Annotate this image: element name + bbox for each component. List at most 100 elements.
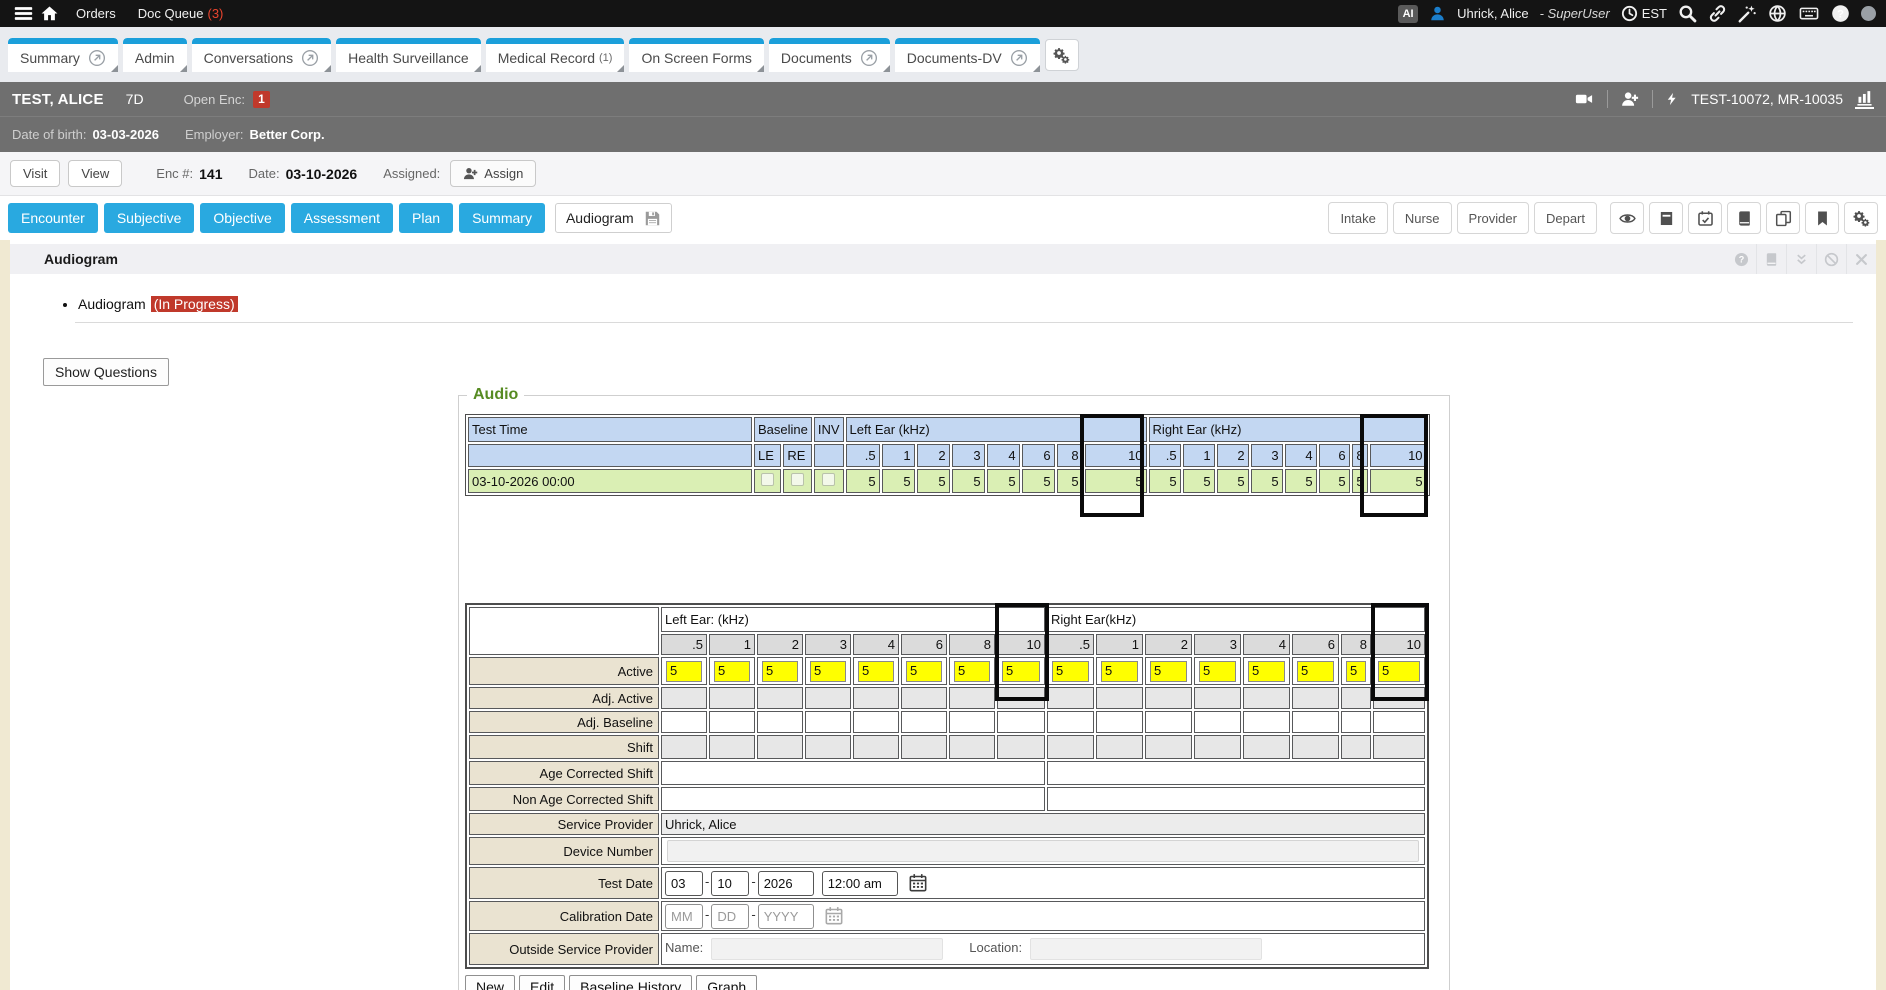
outside-location-input[interactable] (1030, 938, 1262, 960)
calendar-check-button[interactable] (1688, 202, 1722, 234)
tab-documents[interactable]: Documents (769, 38, 890, 72)
popout-arrow-icon[interactable] (860, 49, 878, 67)
active-input-right-3[interactable]: 5 (1199, 661, 1236, 682)
nav-orders[interactable]: Orders (76, 6, 116, 21)
show-questions-button[interactable]: Show Questions (43, 358, 169, 386)
tab-admin[interactable]: Admin (123, 38, 187, 72)
active-input-left-8[interactable]: 5 (954, 661, 990, 682)
copy-icon (1775, 210, 1792, 227)
test-time-input[interactable]: 12:00 am (822, 871, 898, 896)
save-disk-icon[interactable] (644, 210, 661, 227)
calibration-month-input[interactable]: MM (665, 904, 703, 929)
inv-checkbox[interactable] (822, 473, 835, 486)
new-button[interactable]: New (465, 975, 515, 990)
menu-icon[interactable] (10, 0, 36, 27)
note-tab-summary[interactable]: Summary (459, 203, 545, 233)
test-date-day-input[interactable]: 10 (711, 871, 749, 896)
detail-left-freq-header-1: 1 (709, 634, 755, 655)
settings-gears-button[interactable] (1844, 202, 1878, 234)
active-input-left-3[interactable]: 5 (810, 661, 846, 682)
active-input-right-10[interactable]: 5 (1378, 661, 1420, 682)
stage-button-nurse[interactable]: Nurse (1393, 202, 1452, 234)
active-input-right-8[interactable]: 5 (1346, 661, 1366, 682)
search-icon[interactable] (1678, 4, 1697, 23)
active-input-right-4[interactable]: 5 (1248, 661, 1285, 682)
note-tab-objective[interactable]: Objective (200, 203, 284, 233)
stage-button-provider[interactable]: Provider (1457, 202, 1529, 234)
preview-eye-button[interactable] (1610, 202, 1644, 234)
home-icon[interactable] (36, 0, 62, 27)
active-input-right-6[interactable]: 5 (1297, 661, 1334, 682)
edit-button[interactable]: Edit (519, 975, 565, 990)
tab-health-surveillance[interactable]: Health Surveillance (336, 38, 481, 72)
active-input-right-2[interactable]: 5 (1150, 661, 1187, 682)
wand-icon[interactable] (1738, 4, 1757, 23)
visit-button[interactable]: Visit (10, 160, 60, 187)
stage-button-intake[interactable]: Intake (1328, 202, 1387, 234)
active-input-left-2[interactable]: 5 (762, 661, 798, 682)
video-camera-icon[interactable] (1573, 90, 1595, 108)
panel-close-icon[interactable] (1846, 244, 1876, 274)
tab-medical-record[interactable]: Medical Record(1) (486, 38, 625, 72)
panel-book-icon[interactable] (1756, 244, 1786, 274)
test-date-month-input[interactable]: 03 (665, 871, 703, 896)
active-input-left-5[interactable]: 5 (666, 661, 702, 682)
lightning-icon[interactable] (1665, 90, 1679, 108)
person-add-icon[interactable] (1620, 90, 1640, 108)
ai-badge[interactable]: AI (1398, 5, 1418, 23)
right-freq-header-1: 1 (1183, 444, 1215, 467)
popout-arrow-icon[interactable] (1010, 49, 1028, 67)
tab-settings-gear-button[interactable] (1045, 39, 1079, 71)
device-number-input[interactable] (667, 840, 1419, 862)
bar-chart-icon[interactable] (1855, 89, 1874, 109)
graph-button[interactable]: Graph (696, 975, 757, 990)
note-tab-plan[interactable]: Plan (399, 203, 453, 233)
active-input-left-1[interactable]: 5 (714, 661, 750, 682)
outside-name-input[interactable] (711, 938, 943, 960)
user-name[interactable]: Uhrick, Alice (1457, 6, 1529, 21)
assign-button[interactable]: Assign (450, 160, 536, 187)
help-icon[interactable] (1831, 4, 1850, 23)
panel-help-icon[interactable] (1726, 244, 1756, 274)
calibration-day-input[interactable]: DD (711, 904, 749, 929)
baseline-le-checkbox[interactable] (761, 473, 774, 486)
active-input-left-6[interactable]: 5 (906, 661, 942, 682)
summary-item[interactable]: Audiogram(In Progress) (78, 296, 238, 312)
open-enc-badge[interactable]: 1 (253, 91, 270, 108)
active-input-right-5[interactable]: 5 (1052, 661, 1089, 682)
active-input-right-1[interactable]: 5 (1101, 661, 1138, 682)
tab-summary[interactable]: Summary (8, 38, 118, 72)
timezone[interactable]: EST (1621, 5, 1667, 22)
stage-button-depart[interactable]: Depart (1534, 202, 1597, 234)
tab-audiogram[interactable]: Audiogram (555, 203, 672, 233)
copy-button[interactable] (1766, 202, 1800, 234)
test-date-year-input[interactable]: 2026 (758, 871, 814, 896)
tab-on-screen-forms[interactable]: On Screen Forms (629, 38, 763, 72)
top-bar: Orders Doc Queue(3) AI Uhrick, Alice - S… (0, 0, 1886, 27)
popout-arrow-icon[interactable] (88, 49, 106, 67)
calibration-calendar-icon[interactable] (824, 907, 844, 922)
popout-arrow-icon[interactable] (301, 49, 319, 67)
keyboard-icon[interactable] (1798, 4, 1820, 23)
panel-ban-icon[interactable] (1816, 244, 1846, 274)
note-tab-encounter[interactable]: Encounter (8, 203, 98, 233)
test-date-calendar-icon[interactable] (908, 874, 928, 889)
note-tab-assessment[interactable]: Assessment (291, 203, 393, 233)
calibration-year-input[interactable]: YYYY (758, 904, 814, 929)
note-tab-subjective[interactable]: Subjective (104, 203, 195, 233)
archive-button[interactable] (1649, 202, 1683, 234)
view-button[interactable]: View (68, 160, 122, 187)
book-button[interactable] (1727, 202, 1761, 234)
bookmark-button[interactable] (1805, 202, 1839, 234)
tab-documents-dv[interactable]: Documents-DV (895, 38, 1040, 72)
baseline-re-checkbox[interactable] (791, 473, 804, 486)
tab-conversations[interactable]: Conversations (192, 38, 332, 72)
baseline-history-button[interactable]: Baseline History (569, 975, 692, 990)
nav-doc-queue[interactable]: Doc Queue(3) (138, 6, 224, 21)
active-input-left-4[interactable]: 5 (858, 661, 894, 682)
globe-icon[interactable] (1768, 4, 1787, 23)
active-input-left-10[interactable]: 5 (1002, 661, 1040, 682)
panel-collapse-icon[interactable] (1786, 244, 1816, 274)
link-icon[interactable] (1708, 4, 1727, 23)
top-bar-right: AI Uhrick, Alice - SuperUser EST (1398, 4, 1876, 23)
